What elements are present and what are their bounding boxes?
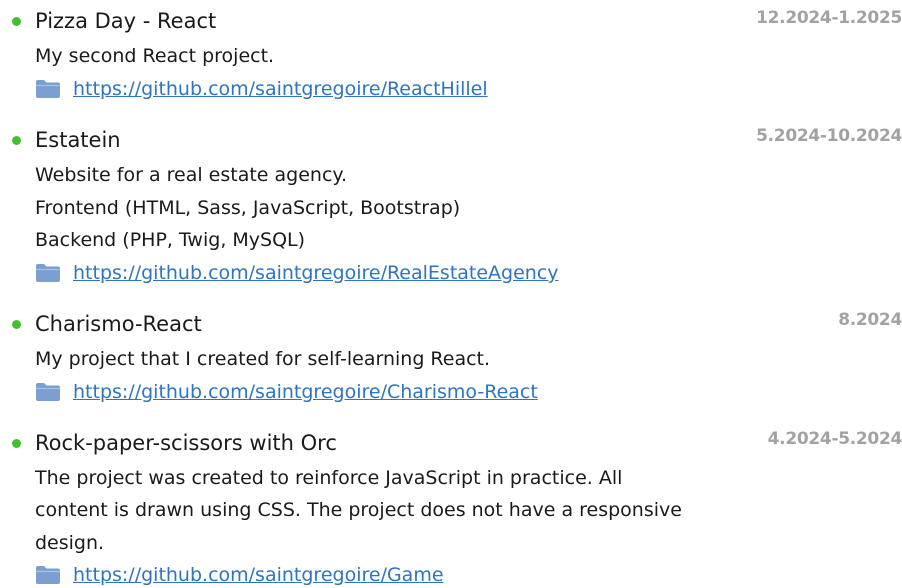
folder-icon — [36, 264, 60, 282]
project-date: 8.2024 — [838, 310, 902, 330]
project-repo-link[interactable]: https://github.com/saintgregoire/RealEst… — [73, 260, 559, 286]
green-dot-icon — [12, 439, 21, 448]
green-dot-icon — [12, 320, 21, 329]
project-date: 4.2024-5.2024 — [767, 429, 902, 449]
project-title: Pizza Day - React — [35, 9, 217, 33]
project-description-line: content is drawn using CSS. The project … — [35, 499, 682, 521]
folder-icon — [36, 383, 60, 401]
green-dot-icon — [12, 17, 21, 26]
project-title: Estatein — [35, 128, 121, 152]
project-description-line: design. — [35, 532, 105, 554]
project-description-line: The project was created to reinforce Jav… — [35, 467, 623, 489]
project-title: Charismo-React — [35, 312, 202, 336]
project-description-line: Backend (PHP, Twig, MySQL) — [35, 229, 306, 251]
project-description-line: Frontend (HTML, Sass, JavaScript, Bootst… — [35, 197, 461, 219]
project-link-row: https://github.com/saintgregoire/Game — [35, 562, 444, 588]
project-list: Pizza Day - React 12.2024-1.2025 My seco… — [0, 0, 902, 588]
project-link-row: https://github.com/saintgregoire/RealEst… — [35, 260, 559, 286]
project-description-line: My second React project. — [35, 45, 275, 67]
folder-icon — [36, 80, 60, 98]
project-date: 12.2024-1.2025 — [756, 8, 902, 28]
green-dot-icon — [12, 136, 21, 145]
project-repo-link[interactable]: https://github.com/saintgregoire/Game — [73, 562, 444, 588]
project-repo-link[interactable]: https://github.com/saintgregoire/Charism… — [73, 379, 538, 405]
project-repo-link[interactable]: https://github.com/saintgregoire/ReactHi… — [73, 76, 488, 102]
project-date: 5.2024-10.2024 — [756, 126, 902, 146]
project-title: Rock-paper-scissors with Orc — [35, 431, 337, 455]
project-link-row: https://github.com/saintgregoire/ReactHi… — [35, 76, 488, 102]
project-description-line: My project that I created for self-learn… — [35, 348, 491, 370]
project-description-line: Website for a real estate agency. — [35, 164, 347, 186]
folder-icon — [36, 566, 60, 584]
project-link-row: https://github.com/saintgregoire/Charism… — [35, 379, 538, 405]
